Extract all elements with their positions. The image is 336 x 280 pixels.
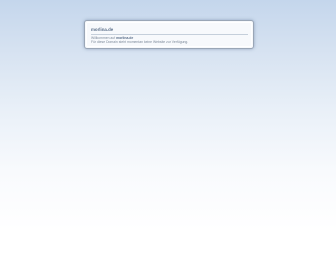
- domain-notice-card: morlina.de Willkommen auf morlina.de Für…: [84, 20, 254, 49]
- unavailable-message: Für diese Domain steht momentan keine We…: [91, 40, 189, 44]
- title-divider: [91, 34, 248, 35]
- domain-title: morlina.de: [91, 27, 114, 32]
